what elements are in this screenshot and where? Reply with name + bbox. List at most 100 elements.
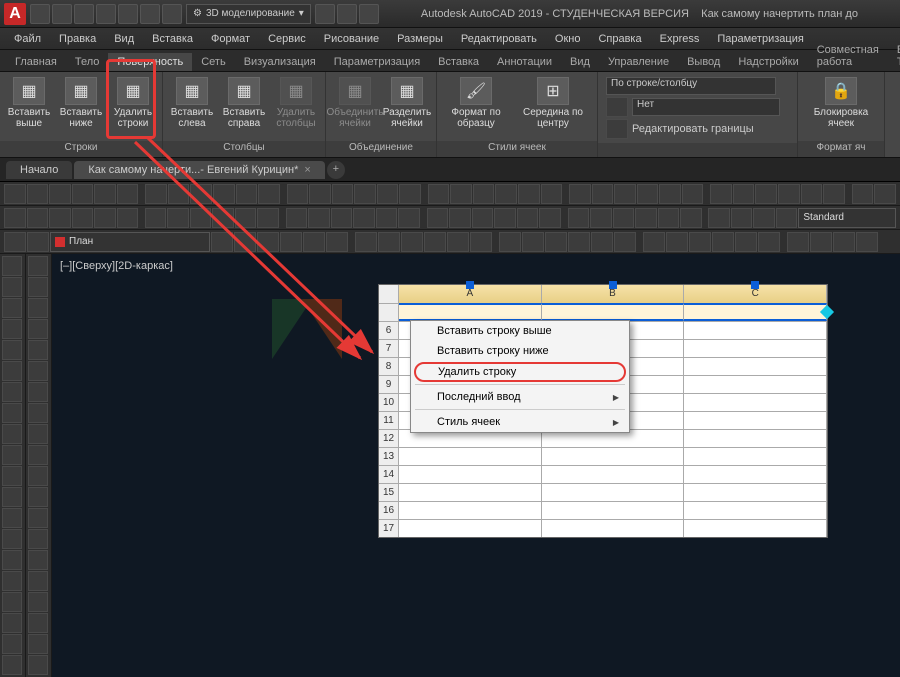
side-tool-button[interactable] <box>28 340 48 360</box>
table-row-header[interactable]: 13 <box>379 447 399 465</box>
table-row-selected[interactable] <box>379 303 827 321</box>
tool-button[interactable] <box>755 184 777 204</box>
tool-button[interactable] <box>810 232 832 252</box>
table-corner[interactable] <box>379 285 399 303</box>
ribbon-tab-6[interactable]: Вставка <box>429 53 488 71</box>
menu-файл[interactable]: Файл <box>6 31 49 47</box>
tool-button[interactable] <box>473 184 495 204</box>
ctx-delete-row[interactable]: Удалить строку <box>414 362 626 382</box>
tool-button[interactable] <box>592 184 614 204</box>
tool-button[interactable] <box>689 232 711 252</box>
ribbon-tab-7[interactable]: Аннотации <box>488 53 561 71</box>
tool-button[interactable] <box>733 184 755 204</box>
tool-button[interactable] <box>449 208 471 228</box>
doc-tab-start[interactable]: Начало <box>6 161 72 179</box>
table-row[interactable]: 13 <box>379 447 827 465</box>
by-row-col-select[interactable]: По строке/столбцу <box>606 77 776 95</box>
side-tool-button[interactable] <box>2 361 22 381</box>
tool-button[interactable] <box>614 232 636 252</box>
table-row-header[interactable]: 11 <box>379 411 399 429</box>
menu-сервис[interactable]: Сервис <box>260 31 314 47</box>
side-tool-button[interactable] <box>2 613 22 633</box>
tool-button[interactable] <box>787 232 809 252</box>
side-tool-button[interactable] <box>28 487 48 507</box>
table-cell[interactable] <box>399 483 542 501</box>
ctx-insert-row-below[interactable]: Вставить строку ниже <box>411 341 629 361</box>
tool-button[interactable] <box>522 232 544 252</box>
tool-button[interactable] <box>680 208 702 228</box>
tool-button[interactable] <box>332 184 354 204</box>
layer-states-icon[interactable] <box>27 232 49 252</box>
side-tool-button[interactable] <box>28 508 48 528</box>
tool-button[interactable] <box>167 208 189 228</box>
lock-cells-button[interactable]: 🔒 Блокировка ячеек <box>802 75 880 131</box>
ribbon-tab-9[interactable]: Управление <box>599 53 678 71</box>
side-tool-button[interactable] <box>28 655 48 675</box>
borders-icon[interactable] <box>606 119 628 139</box>
table-row-header[interactable]: 9 <box>379 375 399 393</box>
side-tool-button[interactable] <box>28 424 48 444</box>
menu-справка[interactable]: Справка <box>590 31 649 47</box>
table-cell[interactable] <box>684 501 827 519</box>
tool-button[interactable] <box>778 184 800 204</box>
fill-select[interactable]: Нет <box>632 98 780 116</box>
ribbon-tab-8[interactable]: Вид <box>561 53 599 71</box>
table-cell[interactable] <box>684 357 827 375</box>
edit-borders-label[interactable]: Редактировать границы <box>632 123 754 135</box>
table-cell[interactable] <box>684 465 827 483</box>
tool-button[interactable] <box>353 208 375 228</box>
tool-button[interactable] <box>49 184 71 204</box>
column-grip-icon[interactable] <box>751 281 759 289</box>
drawing-canvas[interactable]: [–][Сверху][2D-каркас] ABC 6789101112131… <box>52 254 900 677</box>
tool-button[interactable] <box>212 208 234 228</box>
tool-button[interactable] <box>117 184 139 204</box>
side-tool-button[interactable] <box>28 445 48 465</box>
tool-button[interactable] <box>117 208 139 228</box>
tool-button[interactable] <box>234 232 256 252</box>
split-cells-button[interactable]: ▦Разделить ячейки <box>382 75 432 131</box>
insert-col-right-button[interactable]: ▦Вставить справа <box>219 75 269 131</box>
tool-button[interactable] <box>470 232 492 252</box>
tool-button[interactable] <box>682 184 704 204</box>
ribbon-tab-0[interactable]: Главная <box>6 53 66 71</box>
table-row-header[interactable]: 8 <box>379 357 399 375</box>
table-row-header[interactable]: 14 <box>379 465 399 483</box>
side-tool-button[interactable] <box>28 256 48 276</box>
format-painter-button[interactable]: 🖌 Формат по образцу <box>441 75 511 131</box>
tool-button[interactable] <box>190 184 212 204</box>
table-row[interactable]: 14 <box>379 465 827 483</box>
style-combo[interactable]: Standard <box>798 208 896 228</box>
tool-button[interactable] <box>145 184 167 204</box>
table-cell[interactable] <box>399 519 542 537</box>
table-cell[interactable] <box>684 303 827 321</box>
tool-button[interactable] <box>494 208 516 228</box>
ribbon-tab-2[interactable]: Поверхность <box>108 53 192 71</box>
side-tool-button[interactable] <box>2 655 22 675</box>
column-grip-icon[interactable] <box>466 281 474 289</box>
tool-button[interactable] <box>94 184 116 204</box>
table-row-header[interactable]: 16 <box>379 501 399 519</box>
insert-row-above-button[interactable]: ▦Вставить выше <box>4 75 54 131</box>
side-tool-button[interactable] <box>28 319 48 339</box>
table-cell[interactable] <box>542 303 685 321</box>
tool-button[interactable] <box>753 208 775 228</box>
side-tool-button[interactable] <box>2 529 22 549</box>
tool-button[interactable] <box>447 232 469 252</box>
side-tool-button[interactable] <box>28 634 48 654</box>
table-cell[interactable] <box>684 483 827 501</box>
ribbon-tab-13[interactable]: Express Tools <box>888 41 900 71</box>
table-cell[interactable] <box>399 501 542 519</box>
side-tool-button[interactable] <box>2 508 22 528</box>
menu-вид[interactable]: Вид <box>106 31 142 47</box>
qat-undo-icon[interactable] <box>140 4 160 24</box>
qat-new-icon[interactable] <box>30 4 50 24</box>
side-tool-button[interactable] <box>28 361 48 381</box>
tool-button[interactable] <box>712 232 734 252</box>
table-cell[interactable] <box>399 465 542 483</box>
workspace-selector[interactable]: ⚙ 3D моделирование ▾ <box>186 4 311 24</box>
side-tool-button[interactable] <box>2 340 22 360</box>
table-row-header[interactable]: 17 <box>379 519 399 537</box>
menu-размеры[interactable]: Размеры <box>389 31 451 47</box>
tool-button[interactable] <box>168 184 190 204</box>
side-tool-button[interactable] <box>2 256 22 276</box>
